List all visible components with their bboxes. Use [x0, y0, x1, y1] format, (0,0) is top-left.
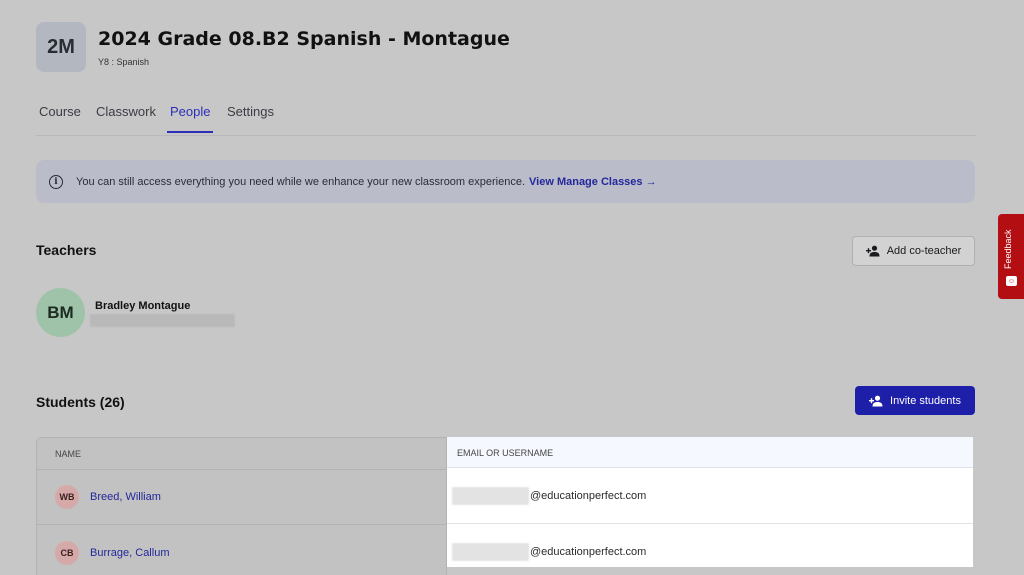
- tab-classwork[interactable]: Classwork: [93, 104, 159, 133]
- redacted-email: [90, 314, 235, 327]
- column-header-name[interactable]: NAME: [55, 449, 81, 459]
- teacher-name: Bradley Montague: [95, 300, 191, 312]
- divider: [447, 523, 973, 524]
- email-domain: @educationperfect.com: [530, 490, 647, 502]
- divider: [37, 469, 448, 470]
- redacted-username: [452, 487, 529, 505]
- feedback-button[interactable]: Feedback ☺: [998, 214, 1024, 299]
- add-person-icon: [869, 395, 883, 406]
- add-co-teacher-label: Add co-teacher: [886, 245, 962, 257]
- avatar: WB: [55, 485, 79, 509]
- email-column: EMAIL OR USERNAME @educationperfect.com …: [447, 437, 973, 567]
- invite-students-label: Invite students: [890, 394, 961, 407]
- avatar: CB: [55, 541, 79, 565]
- students-heading: Students (26): [36, 394, 125, 410]
- class-avatar: 2M: [36, 22, 86, 72]
- email-domain: @educationperfect.com: [530, 546, 647, 558]
- add-co-teacher-button[interactable]: Add co-teacher: [852, 236, 975, 266]
- divider: [37, 524, 448, 525]
- column-header-email[interactable]: EMAIL OR USERNAME: [457, 448, 553, 458]
- feedback-icon: ☺: [1006, 276, 1017, 286]
- student-name-link[interactable]: Breed, William: [90, 491, 161, 503]
- student-name-link[interactable]: Burrage, Callum: [90, 547, 169, 559]
- students-table: NAME WB Breed, William CB Burrage, Callu…: [36, 437, 975, 575]
- info-banner: i You can still access everything you ne…: [36, 160, 975, 203]
- view-manage-classes-link[interactable]: View Manage Classes →: [529, 176, 657, 188]
- invite-students-button[interactable]: Invite students: [855, 386, 975, 415]
- people-page: 2M 2024 Grade 08.B2 Spanish - Montague Y…: [0, 0, 1024, 575]
- tab-people[interactable]: People: [167, 104, 214, 133]
- name-column: NAME WB Breed, William CB Burrage, Callu…: [36, 437, 448, 575]
- avatar: BM: [36, 288, 85, 337]
- add-person-icon: [865, 245, 880, 257]
- tab-bar: Course Classwork People Settings: [36, 98, 976, 136]
- tab-settings[interactable]: Settings: [224, 104, 277, 133]
- tab-course[interactable]: Course: [36, 104, 84, 133]
- feedback-label: Feedback: [1003, 229, 1013, 269]
- class-subtitle: Y8 : Spanish: [98, 57, 150, 67]
- banner-message: You can still access everything you need…: [76, 175, 526, 188]
- redacted-username: [452, 543, 529, 561]
- page-title: 2024 Grade 08.B2 Spanish - Montague: [98, 28, 510, 50]
- info-icon: i: [49, 174, 63, 189]
- teachers-heading: Teachers: [36, 242, 97, 258]
